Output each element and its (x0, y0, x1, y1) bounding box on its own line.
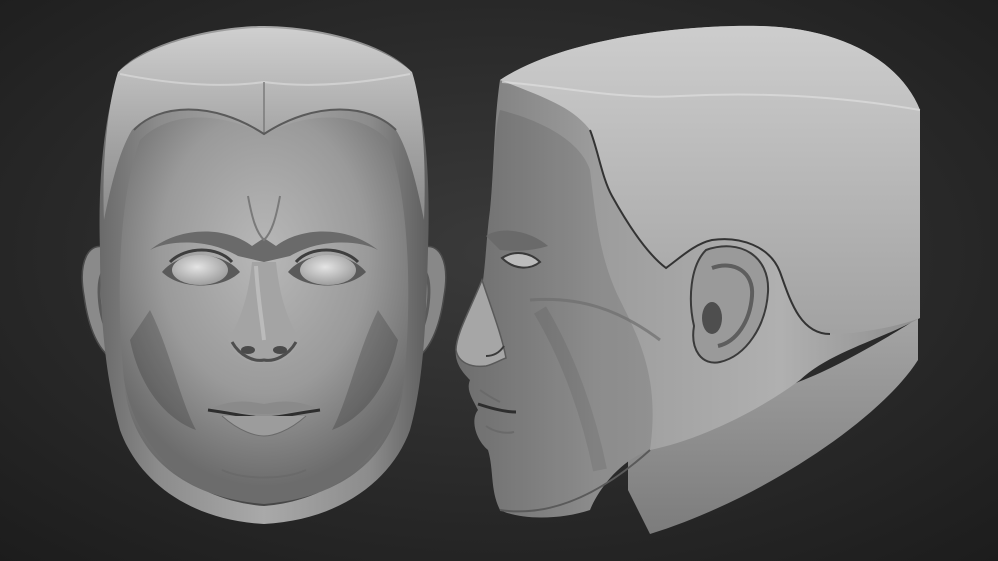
sculpt-render-viewport (0, 0, 998, 561)
right-eye (300, 255, 356, 285)
left-eye (172, 255, 228, 285)
front-view-head (81, 26, 447, 524)
